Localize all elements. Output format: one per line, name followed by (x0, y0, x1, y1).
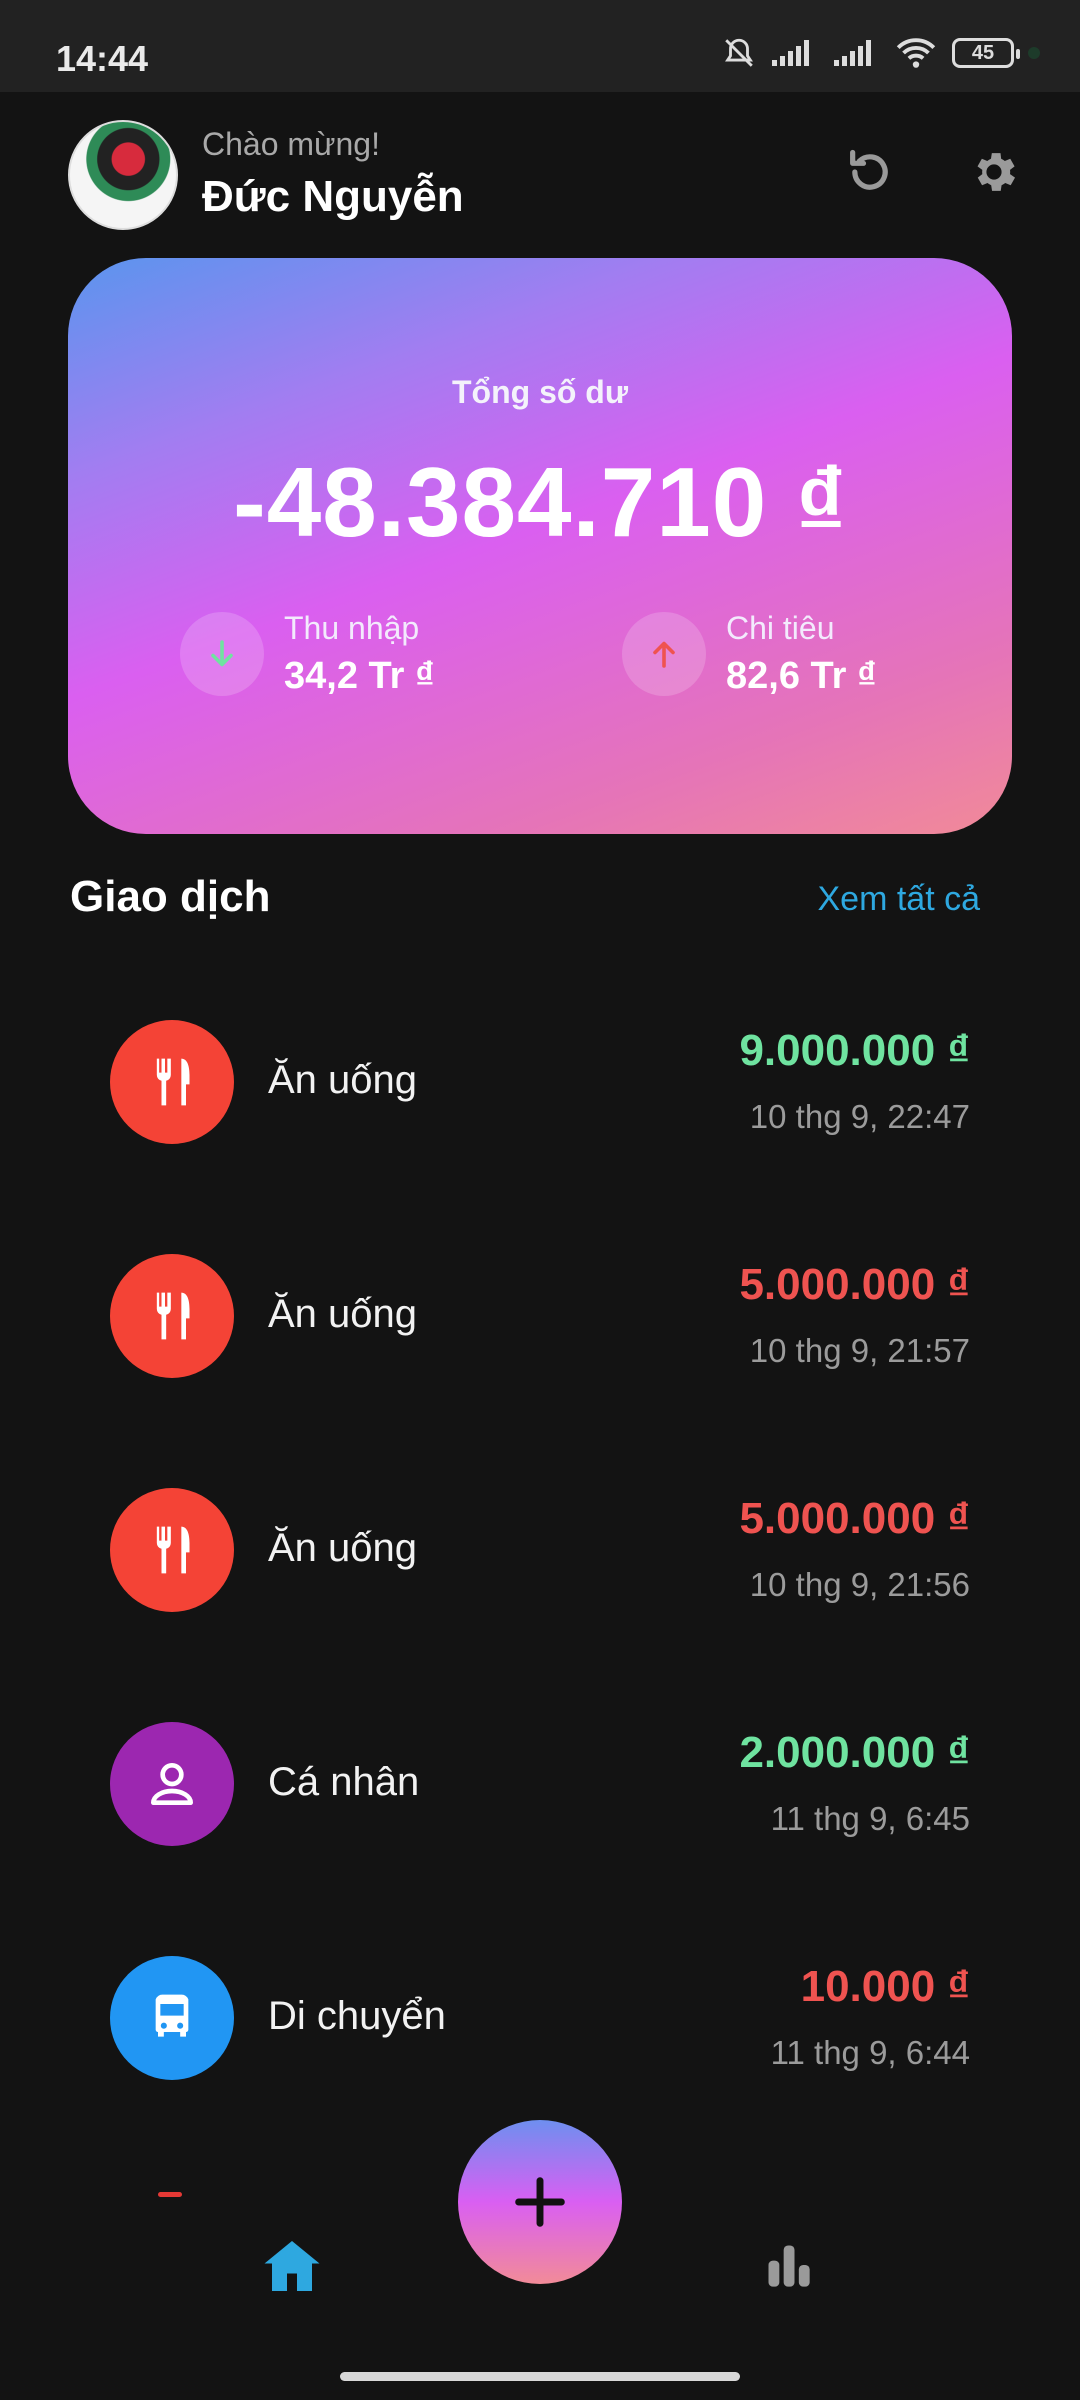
transaction-amount: 9.000.000 ₫ (739, 1026, 970, 1075)
nav-stats[interactable] (762, 2238, 814, 2292)
transaction-row[interactable]: Ăn uống 9.000.000 ₫ 10 thg 9, 22:47 (110, 1020, 970, 1144)
income-stat: Thu nhập 34,2 Tr ₫ (180, 610, 434, 698)
fork-knife-icon (155, 1058, 190, 1106)
home-icon (264, 2241, 320, 2291)
transaction-amount: 2.000.000 ₫ (739, 1728, 970, 1777)
privacy-dot (1028, 47, 1040, 59)
avatar[interactable] (68, 120, 178, 230)
gear-icon (977, 153, 1016, 191)
nav-home[interactable] (262, 2238, 322, 2294)
fork-knife-icon (155, 1526, 190, 1574)
status-bar: 14:44 45 (0, 0, 1080, 92)
status-time: 14:44 (56, 38, 149, 79)
transaction-amount: 5.000.000 ₫ (739, 1494, 970, 1543)
expense-label: Chi tiêu (726, 610, 835, 646)
scroll-peek (158, 2192, 182, 2197)
signal-icon (772, 40, 809, 66)
transaction-time: 11 thg 9, 6:44 (770, 2034, 970, 2071)
transaction-time: 10 thg 9, 22:47 (749, 1098, 970, 1135)
income-icon-wrap (180, 612, 264, 696)
plus-icon (515, 2177, 565, 2227)
category-icon-bg (110, 1722, 234, 1846)
category-icon-bg (110, 1956, 234, 2080)
bus-icon (155, 1994, 189, 2037)
transaction-row[interactable]: Cá nhân 2.000.000 ₫ 11 thg 9, 6:45 (110, 1722, 970, 1846)
category-icon-bg (110, 1020, 234, 1144)
transaction-time: 10 thg 9, 21:57 (749, 1332, 970, 1369)
bell-muted-icon (725, 38, 753, 67)
balance-card: Tổng số dư -48.384.710 ₫ Thu nhập 34,2 T… (68, 258, 1012, 834)
person-icon (151, 1763, 194, 1805)
greeting-text: Chào mừng! (202, 126, 380, 162)
wifi-icon (896, 38, 936, 68)
category-icon-bg (110, 1488, 234, 1612)
transaction-amount: 10.000 ₫ (800, 1962, 970, 2011)
expense-icon-wrap (622, 612, 706, 696)
refresh-icon (850, 149, 888, 190)
category-icon-bg (110, 1254, 234, 1378)
transaction-time: 10 thg 9, 21:56 (749, 1566, 970, 1603)
transaction-category: Ăn uống (268, 1058, 418, 1102)
signal-icon-2 (834, 40, 871, 66)
balance-label: Tổng số dư (451, 374, 629, 410)
transaction-category: Cá nhân (268, 1760, 420, 1804)
income-value: 34,2 Tr ₫ (284, 655, 435, 697)
arrow-up-icon (653, 641, 675, 668)
expense-stat: Chi tiêu 82,6 Tr ₫ (622, 610, 876, 698)
add-transaction-button[interactable] (458, 2120, 622, 2284)
transaction-row[interactable]: Ăn uống 5.000.000 ₫ 10 thg 9, 21:56 (110, 1488, 970, 1612)
user-name: Đức Nguyễn (202, 172, 464, 221)
transaction-row[interactable]: Ăn uống 5.000.000 ₫ 10 thg 9, 21:57 (110, 1254, 970, 1378)
balance-value: -48.384.710 ₫ (233, 447, 847, 557)
transaction-time: 11 thg 9, 6:45 (770, 1800, 970, 1837)
transaction-category: Ăn uống (268, 1526, 418, 1570)
arrow-down-icon (211, 640, 233, 667)
transaction-category: Di chuyển (268, 1994, 446, 2038)
transaction-amount: 5.000.000 ₫ (739, 1260, 970, 1309)
income-label: Thu nhập (284, 610, 420, 646)
transaction-category: Ăn uống (268, 1292, 418, 1336)
home-indicator[interactable] (340, 2372, 740, 2381)
battery-indicator: 45 (952, 38, 1020, 68)
bottom-nav (0, 2120, 1080, 2400)
refresh-button[interactable] (838, 140, 902, 204)
fork-knife-icon (155, 1292, 190, 1340)
status-icons: 45 (722, 36, 1040, 70)
transactions-title: Giao dịch (70, 872, 271, 921)
bar-chart-icon (768, 2245, 810, 2287)
expense-value: 82,6 Tr ₫ (726, 655, 877, 697)
header: Chào mừng! Đức Nguyễn (68, 120, 1028, 232)
see-all-link[interactable]: Xem tất cả (817, 880, 980, 919)
settings-button[interactable] (962, 140, 1026, 204)
transaction-row[interactable]: Di chuyển 10.000 ₫ 11 thg 9, 6:44 (110, 1956, 970, 2080)
